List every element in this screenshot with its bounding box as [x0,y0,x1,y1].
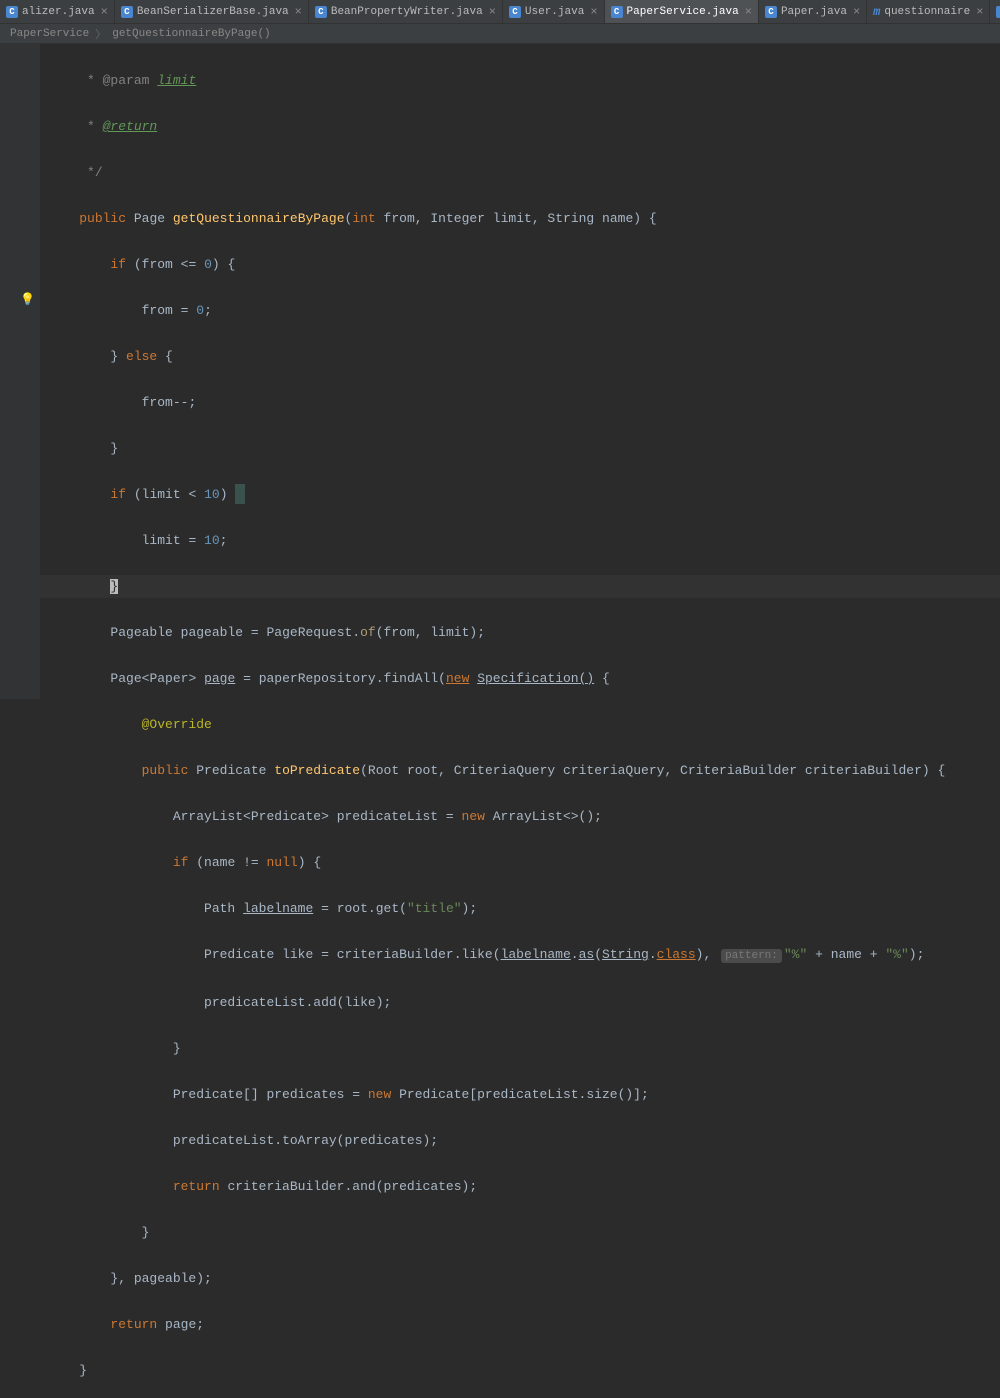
breadcrumb: PaperService 〉 getQuestionnaireByPage() [0,24,1000,44]
tab-beanserializerbase[interactable]: CBeanSerializerBase.java× [115,0,309,23]
tab-paper[interactable]: CPaper.java× [759,0,867,23]
param-hint: pattern: [721,949,782,963]
gutter[interactable]: 💡 [0,44,40,699]
tab-questionnaire[interactable]: mquestionnaire× [867,0,990,23]
class-icon: C [765,6,777,18]
class-icon: C [121,6,133,18]
tab-beanpropertywriter[interactable]: CBeanPropertyWriter.java× [309,0,503,23]
bulb-icon[interactable]: 💡 [20,292,35,307]
class-icon: C [315,6,327,18]
class-icon: C [6,6,18,18]
close-icon[interactable]: × [295,5,302,19]
class-icon: C [996,6,1000,18]
close-icon[interactable]: × [590,5,597,19]
chevron-right-icon: 〉 [95,26,106,42]
close-icon[interactable]: × [745,5,752,19]
tab-indexedlistserializer[interactable]: CIndexedListSerializer.java× [990,0,1000,23]
breadcrumb-class[interactable]: PaperService [10,28,89,40]
tab-paperservice[interactable]: CPaperService.java× [605,0,759,23]
class-icon: C [509,6,521,18]
code-editor[interactable]: * @param limit * @return */ public Page … [40,44,1000,699]
close-icon[interactable]: × [489,5,496,19]
close-icon[interactable]: × [101,5,108,19]
class-icon: C [611,6,623,18]
close-icon[interactable]: × [976,5,983,19]
tab-alizer[interactable]: Calizer.java× [0,0,115,23]
maven-icon: m [873,5,880,19]
breadcrumb-method[interactable]: getQuestionnaireByPage() [112,28,270,40]
editor-tabs: Calizer.java× CBeanSerializerBase.java× … [0,0,1000,24]
close-icon[interactable]: × [853,5,860,19]
editor-wrap: 💡 * @param limit * @return */ public Pag… [0,44,1000,699]
tab-user[interactable]: CUser.java× [503,0,605,23]
